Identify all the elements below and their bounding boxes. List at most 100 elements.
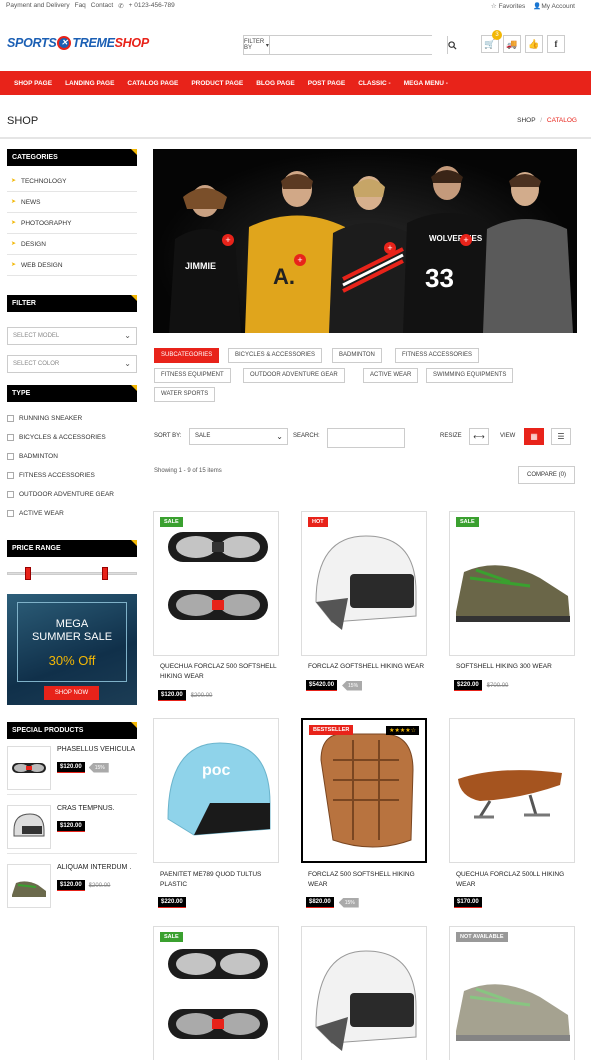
tag-swimming-equipments[interactable]: SWIMMING EQUIPMENTS (426, 368, 514, 383)
search-button[interactable] (446, 36, 457, 54)
tag-subcategories[interactable]: SUBCATEGORIES (154, 348, 220, 363)
select-color-dropdown[interactable]: SELECT COLOR ⌄ (7, 355, 137, 373)
grid-view-button[interactable]: ▦ (524, 428, 544, 445)
filter-by-dropdown[interactable]: FILTER BY ▾ (244, 36, 270, 54)
checkbox[interactable] (7, 491, 14, 498)
list-view-button[interactable]: ☰ (551, 428, 571, 445)
product-image (320, 733, 414, 848)
product-card[interactable] (449, 718, 575, 863)
tag-bicycles-accessories[interactable]: BICYCLES & ACCESSORIES (228, 348, 323, 363)
view-label: VIEW (500, 433, 516, 439)
product-thumbnail[interactable] (7, 746, 51, 790)
like-button[interactable]: 👍 (525, 35, 543, 53)
tag-active-wear[interactable]: ACTIVE WEAR (363, 368, 419, 383)
nav-product-page[interactable]: PRODUCT PAGE (191, 80, 243, 87)
nav-shop-page[interactable]: SHOP PAGE (14, 80, 52, 87)
sort-dropdown[interactable]: SALE ⌄ (189, 428, 288, 445)
special-product[interactable]: ALIQUAM INTERDUM . $120.00 $200.00 (7, 860, 137, 913)
type-active-wear[interactable]: ACTIVE WEAR (7, 510, 64, 517)
type-badminton[interactable]: BADMINTON (7, 453, 58, 460)
product-name[interactable]: SOFTSHELL HIKING 300 WEAR (456, 662, 574, 672)
tag-water-sports[interactable]: WATER SPORTS (154, 387, 216, 402)
nav-blog-page[interactable]: BLOG PAGE (256, 80, 295, 87)
product-card[interactable]: poc (153, 718, 279, 863)
cart-button[interactable]: 🛒 3 (481, 30, 502, 53)
type-outdoor-adventure-gear[interactable]: OUTDOOR ADVENTURE GEAR (7, 491, 114, 498)
search-input[interactable] (269, 36, 447, 54)
nav-catalog-page[interactable]: CATALOG PAGE (127, 80, 178, 87)
summer-sale-banner[interactable]: MEGA SUMMER SALE 30% Off SHOP NOW (7, 594, 137, 705)
product-card[interactable]: SALE (153, 511, 279, 656)
checkbox[interactable] (7, 415, 14, 422)
product-card[interactable]: HOT (301, 511, 427, 656)
my-account-link[interactable]: 👤My Account (533, 2, 575, 10)
nav-mega-menu[interactable]: MEGA MENU - (404, 80, 448, 87)
svg-text:JIMMIE: JIMMIE (185, 261, 216, 271)
product-thumbnail[interactable] (7, 864, 51, 908)
nav-classic[interactable]: CLASSIC - (358, 80, 391, 87)
product-card[interactable]: BESTSELLER ★★★★☆ (301, 718, 427, 863)
nav-post-page[interactable]: POST PAGE (308, 80, 345, 87)
faq-link[interactable]: Faq (75, 2, 86, 10)
category-news[interactable]: ➤ NEWS (7, 192, 137, 213)
shop-now-button[interactable]: SHOP NOW (44, 686, 99, 700)
delivery-button[interactable]: 🚚 (503, 35, 521, 53)
tag-outdoor-adventure-gear[interactable]: OUTDOOR ADVENTURE GEAR (243, 368, 345, 383)
special-product-name: PHASELLUS VEHICULA (57, 746, 136, 753)
checkbox[interactable] (7, 510, 14, 517)
price-range-min-handle[interactable] (25, 567, 31, 580)
svg-text:+: + (463, 235, 468, 245)
tag-fitness-equipment[interactable]: FITNESS EQUIPMENT (154, 368, 231, 383)
checkbox[interactable] (7, 434, 14, 441)
hotspot-plus-icon[interactable]: + (222, 234, 234, 246)
category-web-design[interactable]: ➤ WEB DESIGN (7, 255, 137, 276)
favorites-link[interactable]: ☆ Favorites (491, 2, 525, 10)
chevron-down-icon: ⌄ (124, 331, 131, 340)
product-card[interactable]: SALE (449, 511, 575, 656)
tag-badminton[interactable]: BADMINTON (332, 348, 382, 363)
category-technology[interactable]: ➤ TECHNOLOGY (7, 171, 137, 192)
breadcrumb-shop[interactable]: SHOP (517, 117, 535, 124)
product-name[interactable]: QUECHUA FORCLAZ 500LL HIKING WEAR (456, 870, 574, 890)
caret-down-icon: ▾ (265, 42, 269, 49)
bestseller-label: BESTSELLER (309, 725, 358, 735)
product-card[interactable]: SALE (153, 926, 279, 1060)
product-card[interactable] (301, 926, 427, 1060)
hotspot-plus-icon[interactable]: + (294, 254, 306, 266)
product-card[interactable]: NOT AVAILABLE (449, 926, 575, 1060)
category-design[interactable]: ➤ DESIGN (7, 234, 137, 255)
type-bicycles-accessories[interactable]: BICYCLES & ACCESSORIES (7, 434, 106, 441)
select-model-dropdown[interactable]: SELECT MODEL ⌄ (7, 327, 137, 345)
catalog-search-input[interactable] (327, 428, 405, 448)
site-logo[interactable]: SPORTS ✕ TREME SHOP (7, 36, 149, 50)
type-fitness-accessories[interactable]: FITNESS ACCESSORIES (7, 472, 95, 479)
product-image (456, 565, 570, 622)
product-name[interactable]: PAENITET ME789 QUOD TULTUS PLASTIC (160, 870, 278, 890)
payment-delivery-link[interactable]: Payment and Delivery (6, 2, 70, 10)
chevron-down-icon: ⌄ (124, 359, 131, 368)
product-thumbnail[interactable] (7, 805, 51, 849)
checkbox[interactable] (7, 472, 14, 479)
nav-landing-page[interactable]: LANDING PAGE (65, 80, 114, 87)
checkbox[interactable] (7, 453, 14, 460)
price: $120.00 (57, 821, 85, 832)
hotspot-plus-icon[interactable]: + (384, 242, 396, 254)
rating-stars: ★★★★☆ (386, 726, 419, 735)
product-name[interactable]: QUECHUA FORCLAZ 500 SOFTSHELL HIKING WEA… (160, 662, 278, 682)
contact-link[interactable]: Contact (91, 2, 113, 10)
thumbs-up-icon: 👍 (528, 38, 540, 49)
hotspot-plus-icon[interactable]: + (460, 234, 472, 246)
category-photography[interactable]: ➤ PHOTOGRAPHY (7, 213, 137, 234)
product-name[interactable]: FORCLAZ 500 SOFTSHELL HIKING WEAR (308, 870, 426, 890)
special-product-name: ALIQUAM INTERDUM . (57, 864, 132, 871)
price-range-max-handle[interactable] (102, 567, 108, 580)
compare-button[interactable]: COMPARE (0) (518, 466, 575, 484)
special-product[interactable]: CRAS TEMPNUS. $120.00 (7, 801, 137, 854)
tag-fitness-accessories[interactable]: FITNESS ACCESSORIES (395, 348, 480, 363)
type-running-sneaker[interactable]: RUNNING SNEAKER (7, 415, 82, 422)
special-product[interactable]: PHASELLUS VEHICULA $120.00 15% (7, 742, 137, 795)
resize-button[interactable]: ⟷ (469, 428, 489, 445)
categories-heading: CATEGORIES (7, 149, 137, 166)
facebook-button[interactable]: f (547, 35, 565, 53)
product-name[interactable]: FORCLAZ GOFTSHELL HIKING WEAR (308, 662, 426, 672)
